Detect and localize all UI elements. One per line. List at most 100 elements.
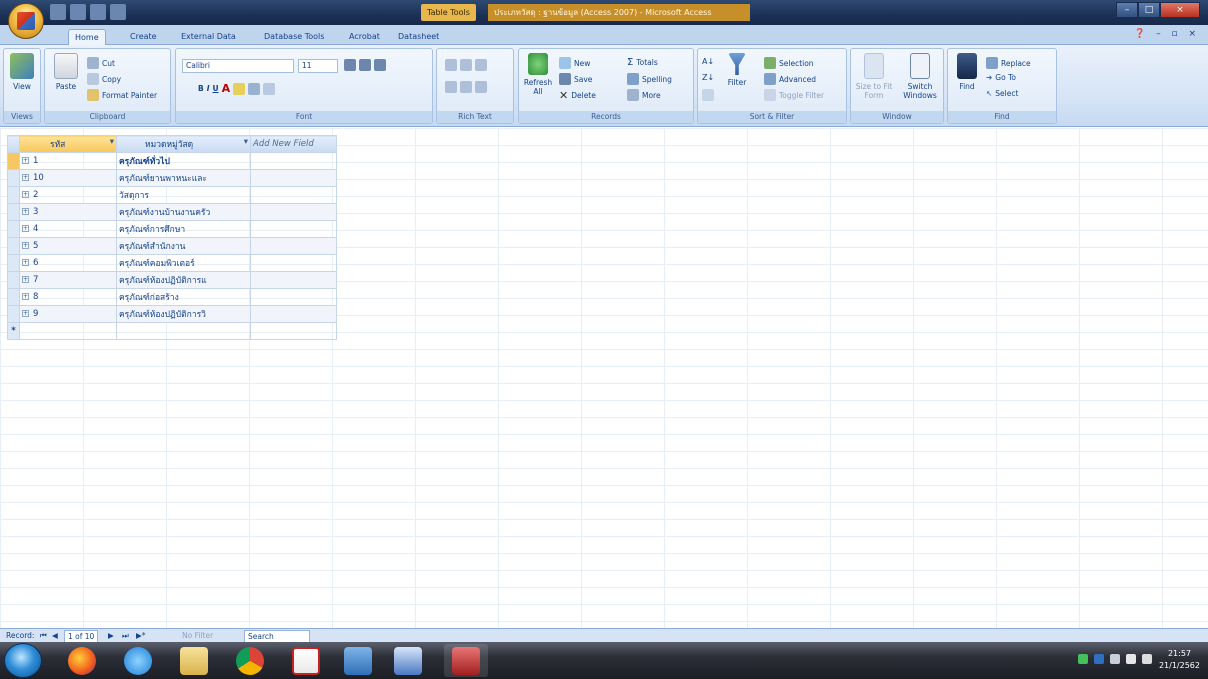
start-button[interactable] xyxy=(4,643,42,678)
cell-id[interactable]: +8 xyxy=(19,288,117,306)
size-to-fit-button[interactable]: Size to Fit Form xyxy=(855,53,893,100)
cell-empty[interactable] xyxy=(250,169,337,187)
tab-datasheet[interactable]: Datasheet xyxy=(392,29,445,45)
cell-id[interactable]: +7 xyxy=(19,271,117,289)
clear-sorts-button[interactable] xyxy=(702,89,714,101)
tray-app-icon[interactable] xyxy=(1094,654,1104,664)
cell-empty[interactable] xyxy=(250,322,337,340)
action-center-flag-icon[interactable] xyxy=(1126,654,1136,664)
numbering-icon[interactable] xyxy=(445,81,457,93)
row-selector[interactable] xyxy=(7,254,20,272)
taskbar-photo-app[interactable] xyxy=(336,644,380,677)
first-record-button[interactable]: ⏮ xyxy=(40,630,47,641)
taskbar-chrome[interactable] xyxy=(228,644,272,677)
increase-indent-icon[interactable] xyxy=(460,59,472,71)
sort-descending-button[interactable]: Z↓ xyxy=(702,73,714,82)
select-button[interactable]: ↖ Select xyxy=(986,89,1018,98)
toggle-filter-button[interactable]: Toggle Filter xyxy=(764,89,824,101)
previous-record-button[interactable]: ◀ xyxy=(52,630,58,641)
cell-id[interactable]: +5 xyxy=(19,237,117,255)
copy-button[interactable]: Copy xyxy=(87,73,121,85)
alt-fill-icon[interactable] xyxy=(263,82,276,95)
cell-id[interactable]: +2 xyxy=(19,186,117,204)
underline-button[interactable]: U xyxy=(213,84,219,93)
view-button[interactable]: View xyxy=(7,53,37,91)
table-row[interactable]: +6 ครุภัณฑ์คอมพิวเตอร์ xyxy=(7,254,337,272)
cell-empty[interactable] xyxy=(250,271,337,289)
new-record-marker[interactable]: * xyxy=(7,322,20,340)
save-icon[interactable] xyxy=(50,4,66,20)
row-selector[interactable] xyxy=(7,305,20,323)
signal-icon[interactable] xyxy=(1110,654,1120,664)
office-button[interactable] xyxy=(8,3,44,39)
minimize-button[interactable]: – xyxy=(1116,2,1138,18)
column-header-add-new-field[interactable]: Add New Field xyxy=(250,135,337,153)
italic-button[interactable]: I xyxy=(207,84,210,93)
format-painter-button[interactable]: Format Painter xyxy=(87,89,157,101)
new-record-row[interactable]: * xyxy=(7,322,337,340)
goto-button[interactable]: ➔ Go To xyxy=(986,73,1016,82)
cell-id[interactable]: +6 xyxy=(19,254,117,272)
spelling-button[interactable]: Spelling xyxy=(627,73,672,85)
taskbar-access[interactable] xyxy=(444,644,488,677)
cell-empty[interactable] xyxy=(250,305,337,323)
taskbar-word[interactable] xyxy=(386,644,430,677)
cell-empty[interactable] xyxy=(250,152,337,170)
undo-icon[interactable] xyxy=(70,4,86,20)
tab-acrobat[interactable]: Acrobat xyxy=(343,29,386,45)
gridlines-icon[interactable] xyxy=(248,82,261,95)
switch-windows-button[interactable]: Switch Windows xyxy=(899,53,941,100)
bold-button[interactable]: B xyxy=(198,84,204,93)
table-row[interactable]: +5 ครุภัณฑ์สำนักงาน xyxy=(7,237,337,255)
new-record-nav-button[interactable]: ▶* xyxy=(136,630,146,641)
help-controls[interactable]: ❓ – ▫ × xyxy=(1134,29,1200,39)
cell-empty[interactable] xyxy=(250,254,337,272)
expand-icon[interactable]: + xyxy=(22,242,29,249)
cell-category[interactable]: ครุภัณฑ์ทั่วไป xyxy=(116,152,251,170)
highlight-icon[interactable] xyxy=(475,81,487,93)
cell-category[interactable]: ครุภัณฑ์งานบ้านงานครัว xyxy=(116,203,251,221)
row-selector[interactable] xyxy=(7,237,20,255)
tab-external-data[interactable]: External Data xyxy=(175,29,242,45)
cell-empty[interactable] xyxy=(250,288,337,306)
cell-empty[interactable] xyxy=(250,220,337,238)
taskbar-firefox[interactable] xyxy=(60,644,104,677)
new-record-button[interactable]: New xyxy=(559,57,590,69)
cell-id[interactable]: +1 xyxy=(19,152,117,170)
cell-category[interactable]: ครุภัณฑ์ห้องปฏิบัติการวิ xyxy=(116,305,251,323)
cell-category[interactable]: ครุภัณฑ์ห้องปฏิบัติการแ xyxy=(116,271,251,289)
cell-category[interactable]: ครุภัณฑ์การศึกษา xyxy=(116,220,251,238)
more-button[interactable]: More xyxy=(627,89,661,101)
column-dropdown-icon[interactable]: ▾ xyxy=(110,137,114,147)
tab-create[interactable]: Create xyxy=(124,29,163,45)
advanced-button[interactable]: Advanced xyxy=(764,73,816,85)
taskbar-file-explorer[interactable] xyxy=(172,644,216,677)
filter-indicator[interactable]: No Filter xyxy=(182,630,213,641)
column-header-id[interactable]: รหัส ▾ xyxy=(19,135,117,153)
font-name-combo[interactable]: Calibri xyxy=(182,59,294,73)
expand-icon[interactable]: + xyxy=(22,208,29,215)
table-row[interactable]: +3 ครุภัณฑ์งานบ้านงานครัว xyxy=(7,203,337,221)
system-clock[interactable]: 21:57 21/1/2562 xyxy=(1159,648,1200,672)
column-header-category[interactable]: หมวดหมู่วัสดุ ▾ xyxy=(116,135,251,153)
next-record-button[interactable]: ▶ xyxy=(108,630,114,641)
replace-button[interactable]: Replace xyxy=(986,57,1031,69)
row-selector[interactable] xyxy=(7,186,20,204)
cell-category[interactable] xyxy=(116,322,251,340)
column-dropdown-icon[interactable]: ▾ xyxy=(244,137,248,147)
table-row[interactable]: +1 ครุภัณฑ์ทั่วไป xyxy=(7,152,337,170)
decrease-indent-icon[interactable] xyxy=(445,59,457,71)
fill-color-icon[interactable] xyxy=(233,82,246,95)
save-record-button[interactable]: Save xyxy=(559,73,592,85)
expand-icon[interactable]: + xyxy=(22,259,29,266)
cell-id[interactable]: +9 xyxy=(19,305,117,323)
volume-icon[interactable] xyxy=(1142,654,1152,664)
table-row[interactable]: +10 ครุภัณฑ์ยานพาหนะและ xyxy=(7,169,337,187)
cell-id[interactable]: +3 xyxy=(19,203,117,221)
cell-id[interactable] xyxy=(19,322,117,340)
expand-icon[interactable]: + xyxy=(22,174,29,181)
maximize-button[interactable]: □ xyxy=(1138,2,1160,18)
select-all-corner[interactable] xyxy=(7,135,20,153)
refresh-all-button[interactable]: Refresh All xyxy=(523,53,553,96)
cell-category[interactable]: วัสดุการ xyxy=(116,186,251,204)
